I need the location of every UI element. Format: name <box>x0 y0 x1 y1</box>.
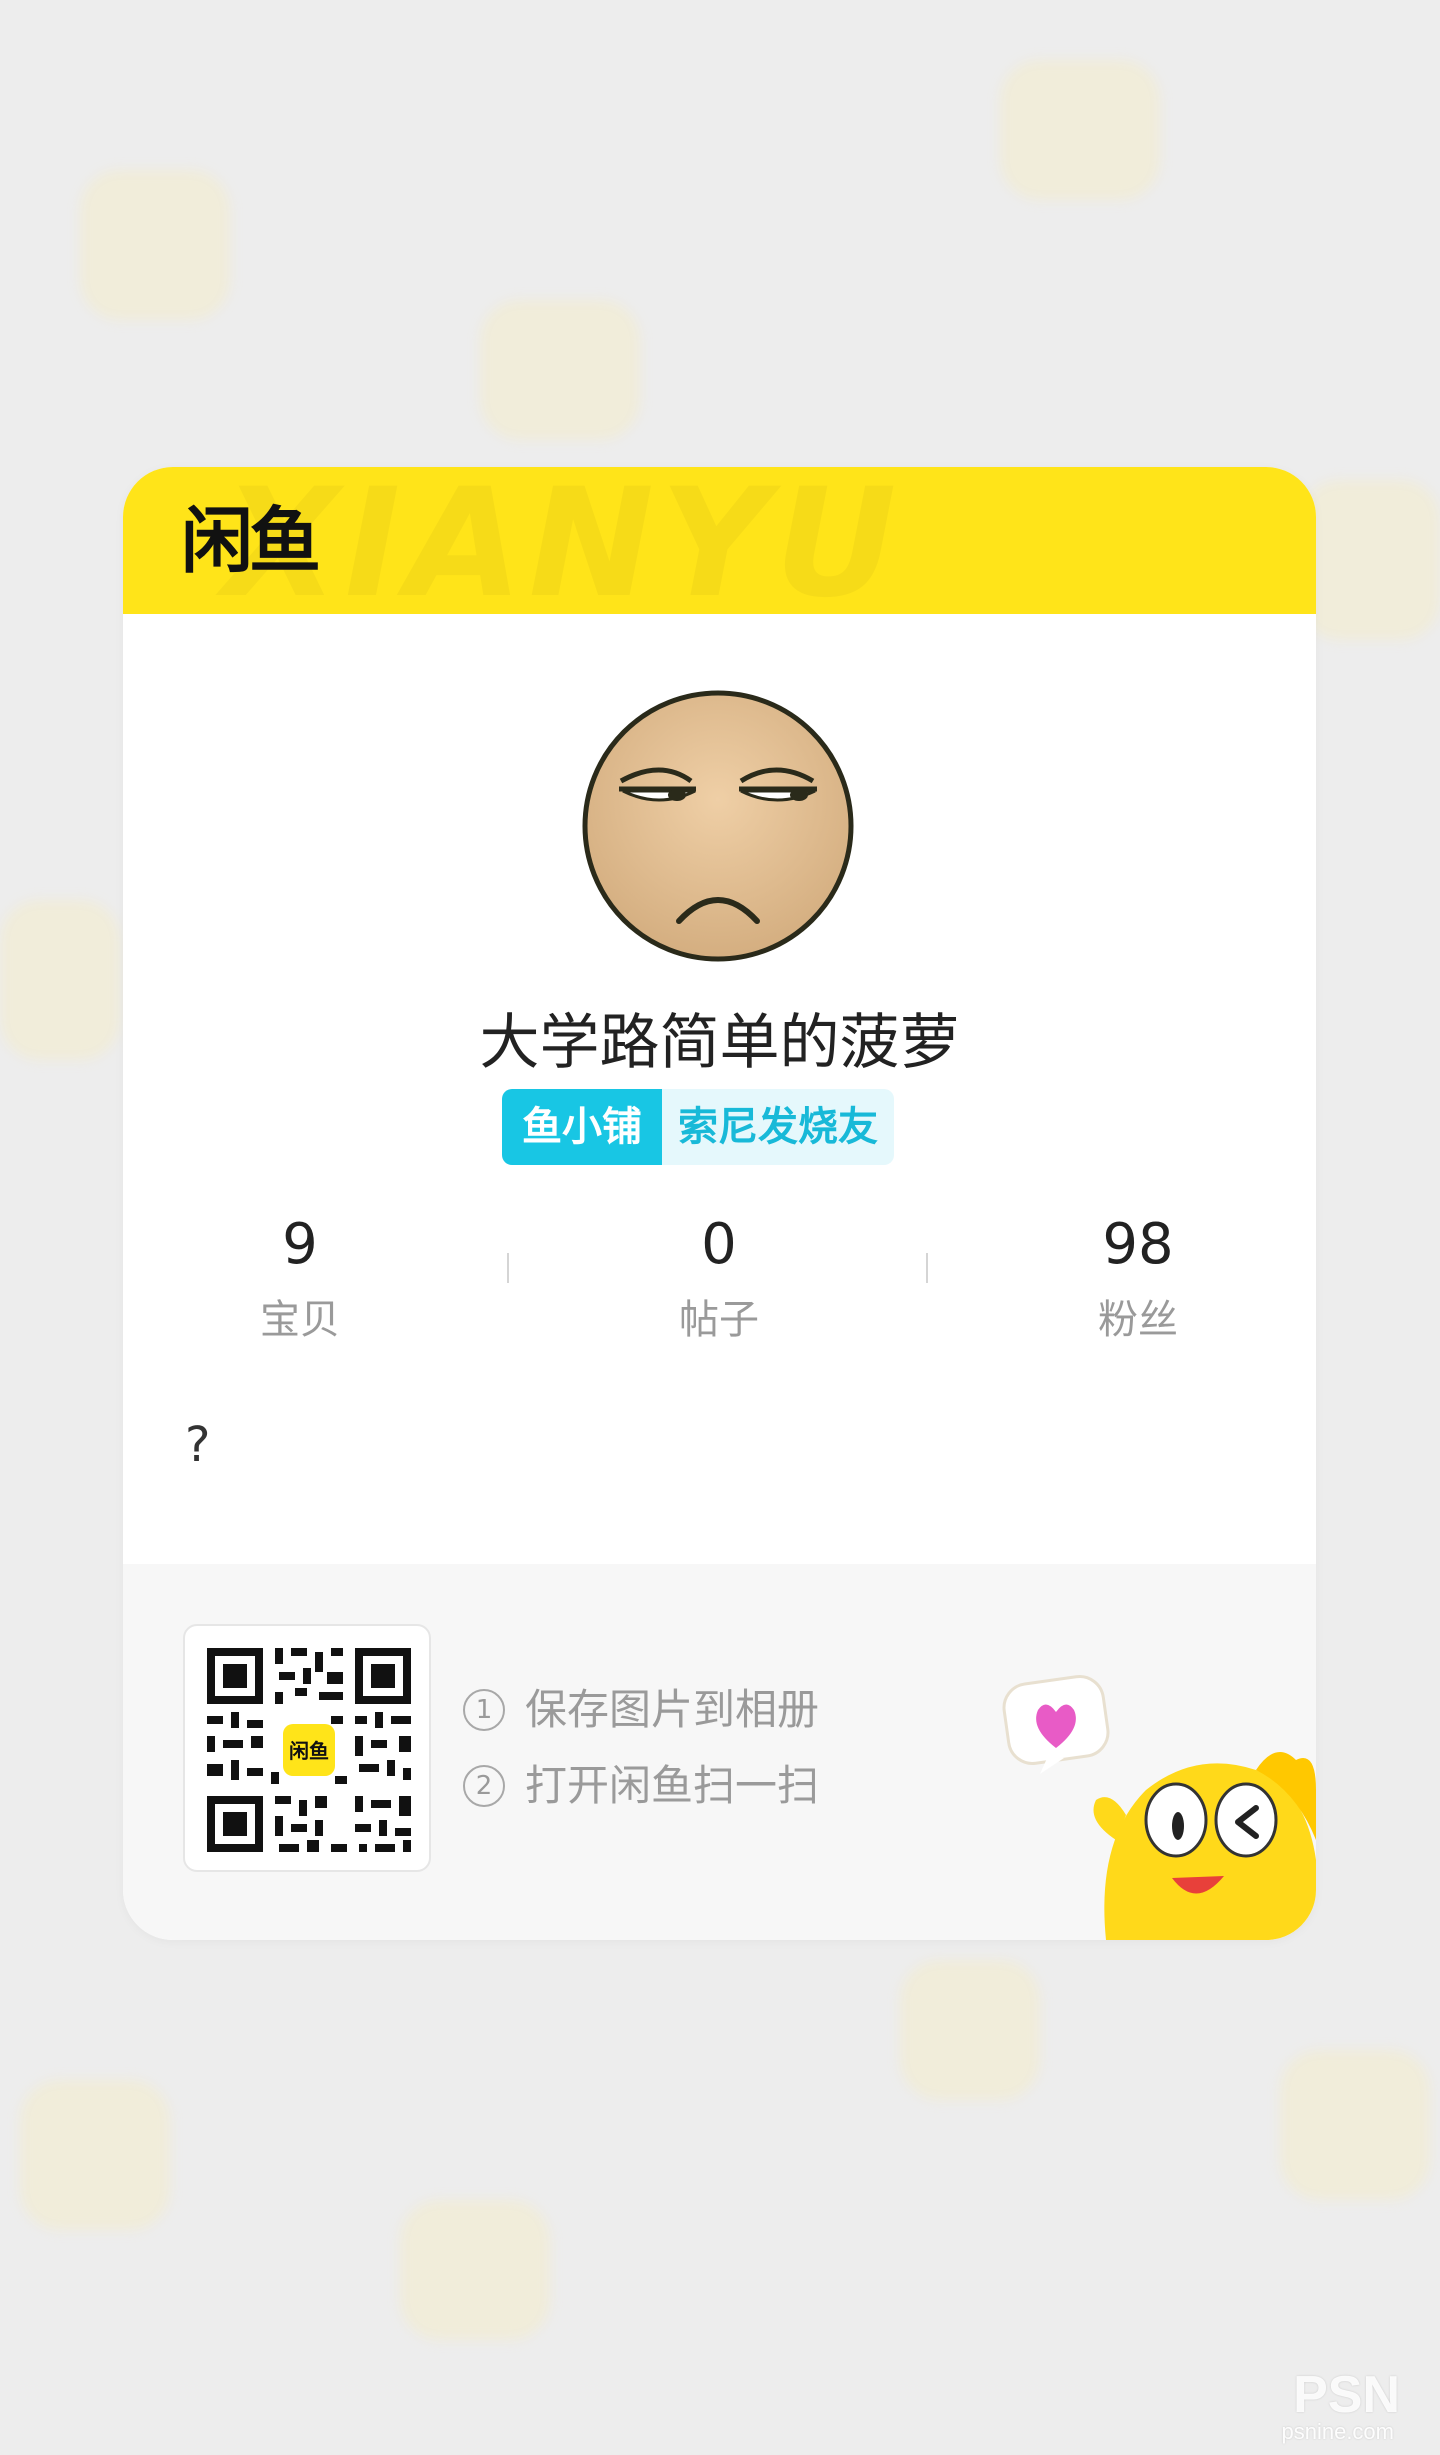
background-decoration <box>400 2200 550 2340</box>
background-decoration <box>480 300 640 440</box>
instruction-step: 2 打开闲鱼扫一扫 <box>463 1748 819 1824</box>
stat-label: 宝贝 <box>260 1297 340 1343</box>
background-decoration <box>0 900 120 1060</box>
stat-value: 98 <box>1102 1212 1174 1277</box>
step-text: 打开闲鱼扫一扫 <box>525 1761 820 1810</box>
user-bio: ? <box>185 1417 211 1473</box>
stat-label: 帖子 <box>679 1297 759 1343</box>
instruction-step: 1 保存图片到相册 <box>463 1672 819 1748</box>
stat-value: 9 <box>282 1212 318 1277</box>
profile-share-card: XIANYU 闲鱼 大学路简单的菠萝 鱼小铺 索尼发烧友 9 宝贝 <box>123 467 1316 1940</box>
stat-divider <box>507 1253 509 1283</box>
stat-fans[interactable]: 98 粉丝 <box>988 1209 1288 1345</box>
step-number: 1 <box>463 1689 505 1731</box>
stats-row: 9 宝贝 0 帖子 98 粉丝 <box>123 1209 1316 1349</box>
fish-mascot-icon <box>1002 1675 1316 1940</box>
background-decoration <box>1000 60 1160 200</box>
qr-code: 闲鱼 <box>183 1624 431 1872</box>
tag-badge: 鱼小铺 <box>502 1089 662 1165</box>
background-decoration <box>1300 480 1440 640</box>
card-footer: 闲鱼 1 保存图片到相册 2 打开闲鱼扫一扫 <box>123 1564 1316 1940</box>
header-watermark: XIANYU <box>223 467 903 631</box>
user-tag[interactable]: 鱼小铺 索尼发烧友 <box>502 1089 894 1165</box>
psn-watermark-url: psnine.com <box>1281 2419 1394 2444</box>
background-decoration <box>1280 2050 1430 2200</box>
stat-posts[interactable]: 0 帖子 <box>569 1209 869 1345</box>
user-avatar[interactable] <box>581 689 855 963</box>
stat-divider <box>926 1253 928 1283</box>
stat-label: 粉丝 <box>1098 1297 1178 1343</box>
qr-code-pattern: 闲鱼 <box>203 1644 415 1856</box>
stat-value: 0 <box>701 1212 737 1277</box>
xianyu-logo: 闲鱼 <box>181 499 321 583</box>
step-text: 保存图片到相册 <box>525 1685 820 1734</box>
share-page: { "header": { "logo_text": "闲鱼", "waterm… <box>0 0 1440 2455</box>
background-decoration <box>900 1960 1040 2100</box>
username: 大学路简单的菠萝 <box>479 1008 960 1078</box>
step-number: 2 <box>463 1765 505 1807</box>
background-decoration <box>80 170 230 320</box>
scan-instructions: 1 保存图片到相册 2 打开闲鱼扫一扫 <box>463 1672 819 1824</box>
stat-items[interactable]: 9 宝贝 <box>150 1209 450 1345</box>
psn-watermark-logo: PSN <box>1293 2366 1400 2424</box>
background-decoration <box>20 2080 170 2230</box>
qr-center-label: 闲鱼 <box>289 1739 329 1763</box>
card-header: XIANYU 闲鱼 <box>123 467 1316 614</box>
tag-label: 索尼发烧友 <box>662 1089 894 1165</box>
